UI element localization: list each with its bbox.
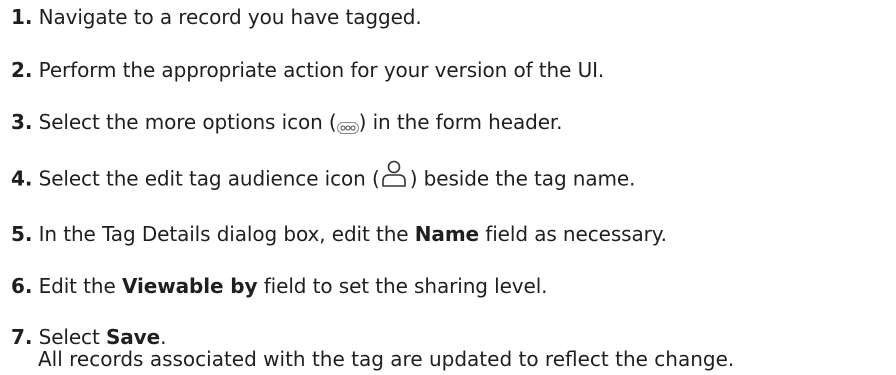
- step-text: Select the more options icon (: [38, 110, 337, 134]
- step-number: 5.: [11, 222, 33, 246]
- step-text-rest: ) beside the tag name.: [409, 166, 636, 191]
- step-6: 6. Edit the Viewable by field to set the…: [11, 273, 548, 299]
- step-number: 1.: [11, 5, 33, 29]
- field-name-label: Name: [414, 222, 480, 246]
- step-number: 3.: [11, 110, 33, 134]
- field-viewable-by-label: Viewable by: [121, 274, 258, 298]
- step-number: 4.: [11, 166, 33, 191]
- step-number: 2.: [11, 58, 33, 82]
- step-5: 5. In the Tag Details dialog box, edit t…: [11, 221, 667, 247]
- step-text-rest: field to set the sharing level.: [257, 274, 548, 298]
- step-text: Perform the appropriate action for your …: [38, 58, 605, 82]
- step-1: 1. Navigate to a record you have tagged.: [11, 4, 422, 30]
- step-2: 2. Perform the appropriate action for yo…: [11, 57, 604, 83]
- step-number: 6.: [11, 274, 33, 298]
- step-4: 4. Select the edit tag audience icon ( )…: [11, 160, 636, 195]
- step-7-result: All records associated with the tag are …: [38, 347, 735, 371]
- step-text: Navigate to a record you have tagged.: [38, 5, 422, 29]
- edit-tag-audience-icon: [380, 159, 410, 189]
- step-text-rest: field as necessary.: [479, 222, 667, 246]
- step-text: In the Tag Details dialog box, edit the: [38, 222, 415, 246]
- step-text-rest: ) in the form header.: [358, 110, 563, 134]
- step-text: Edit the: [38, 274, 122, 298]
- step-text: Select the edit tag audience icon (: [38, 166, 380, 191]
- step-number: 7.: [11, 325, 33, 349]
- more-options-icon: [336, 115, 359, 134]
- step-3: 3. Select the more options icon ( ) in t…: [11, 109, 563, 135]
